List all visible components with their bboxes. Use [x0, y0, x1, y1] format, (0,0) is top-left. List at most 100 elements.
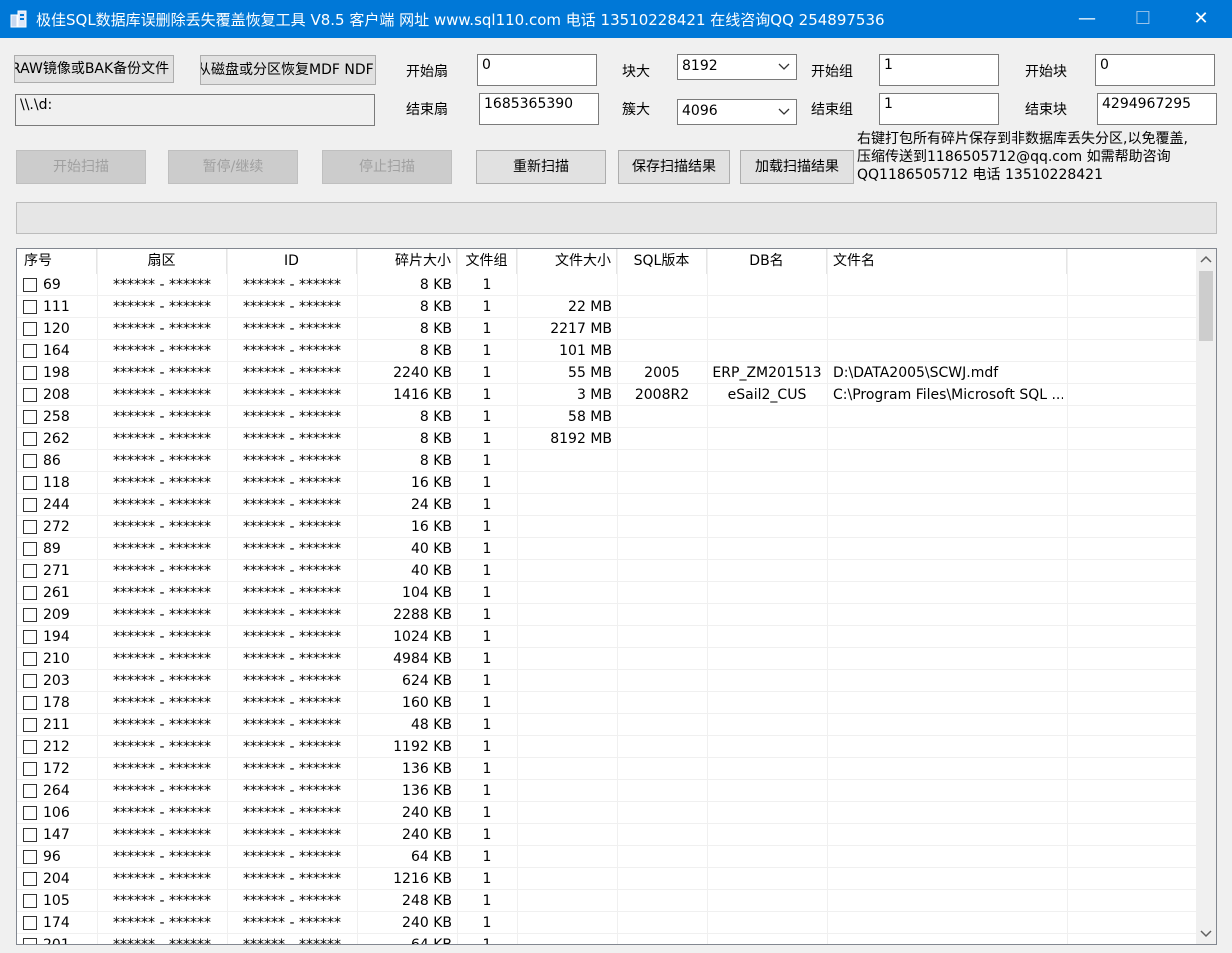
stop-scan-button[interactable]: 停止扫描 — [322, 150, 452, 184]
row-checkbox[interactable] — [23, 806, 37, 820]
table-row[interactable]: 262 ****** - ****** ****** - ****** 8 KB 1 81… — [17, 428, 1197, 450]
table-row[interactable]: 172 ****** - ****** ****** - ****** 136 KB 1 — [17, 758, 1197, 780]
scroll-up-icon[interactable] — [1196, 249, 1216, 269]
row-checkbox[interactable] — [23, 322, 37, 336]
table-row[interactable]: 209 ****** - ****** ****** - ****** 2288 KB… — [17, 604, 1197, 626]
table-row[interactable]: 105 ****** - ****** ****** - ****** 248 KB 1 — [17, 890, 1197, 912]
row-checkbox[interactable] — [23, 564, 37, 578]
rescan-button[interactable]: 重新扫描 — [476, 150, 606, 184]
cluster-size-select[interactable]: 4096 — [677, 99, 797, 125]
row-checkbox[interactable] — [23, 938, 37, 944]
start-block-input[interactable]: 0 — [1095, 54, 1215, 86]
header-seq[interactable]: 序号 — [17, 249, 97, 274]
table-row[interactable]: 106 ****** - ****** ****** - ****** 240 KB 1 — [17, 802, 1197, 824]
row-checkbox[interactable] — [23, 476, 37, 490]
end-block-input[interactable]: 4294967295 — [1097, 93, 1217, 125]
row-checkbox[interactable] — [23, 278, 37, 292]
row-checkbox[interactable] — [23, 520, 37, 534]
header-file-name[interactable]: 文件名 — [827, 249, 1067, 274]
table-row[interactable]: 198 ****** - ****** ****** - ****** 2240 KB… — [17, 362, 1197, 384]
maximize-button[interactable]: ☐ — [1114, 0, 1172, 38]
row-checkbox[interactable] — [23, 630, 37, 644]
end-sector-input[interactable]: 1685365390 — [479, 93, 599, 125]
row-checkbox[interactable] — [23, 916, 37, 930]
cell-file-name — [833, 318, 1063, 340]
start-scan-button[interactable]: 开始扫描 — [16, 150, 146, 184]
table-row[interactable]: 89 ****** - ****** ****** - ****** 40 KB 1 — [17, 538, 1197, 560]
table-row[interactable]: 178 ****** - ****** ****** - ****** 160 KB 1 — [17, 692, 1197, 714]
table-row[interactable]: 118 ****** - ****** ****** - ****** 16 KB 1 — [17, 472, 1197, 494]
row-checkbox[interactable] — [23, 652, 37, 666]
row-checkbox[interactable] — [23, 586, 37, 600]
table-row[interactable]: 164 ****** - ****** ****** - ****** 8 KB 1 10… — [17, 340, 1197, 362]
row-checkbox[interactable] — [23, 366, 37, 380]
start-sector-input[interactable]: 0 — [477, 54, 597, 86]
fragment-list[interactable]: 序号 扇区 ID 碎片大小 文件组 文件大小 SQL版本 DB名 文件名 69 *… — [16, 248, 1217, 945]
row-checkbox[interactable] — [23, 344, 37, 358]
table-row[interactable]: 120 ****** - ****** ****** - ****** 8 KB 1 22… — [17, 318, 1197, 340]
row-checkbox[interactable] — [23, 542, 37, 556]
table-row[interactable]: 212 ****** - ****** ****** - ****** 1192 KB… — [17, 736, 1197, 758]
row-checkbox[interactable] — [23, 388, 37, 402]
header-sql-version[interactable]: SQL版本 — [617, 249, 707, 274]
save-result-button[interactable]: 保存扫描结果 — [618, 150, 730, 184]
header-id[interactable]: ID — [227, 249, 357, 274]
cell-fragment-size: 8 KB — [419, 343, 452, 359]
start-group-input[interactable]: 1 — [879, 54, 999, 86]
table-row[interactable]: 244 ****** - ****** ****** - ****** 24 KB 1 — [17, 494, 1197, 516]
row-checkbox[interactable] — [23, 608, 37, 622]
table-row[interactable]: 147 ****** - ****** ****** - ****** 240 KB 1 — [17, 824, 1197, 846]
row-checkbox[interactable] — [23, 300, 37, 314]
header-fragment-size[interactable]: 碎片大小 — [357, 249, 457, 274]
pause-resume-button[interactable]: 暂停/继续 — [168, 150, 298, 184]
header-db-name[interactable]: DB名 — [707, 249, 827, 274]
scrollbar-thumb[interactable] — [1199, 271, 1213, 341]
row-checkbox[interactable] — [23, 432, 37, 446]
row-checkbox[interactable] — [23, 674, 37, 688]
table-row[interactable]: 69 ****** - ****** ****** - ****** 8 KB 1 — [17, 274, 1197, 296]
table-row[interactable]: 194 ****** - ****** ****** - ****** 1024 KB… — [17, 626, 1197, 648]
row-checkbox[interactable] — [23, 872, 37, 886]
table-row[interactable]: 211 ****** - ****** ****** - ****** 48 KB 1 — [17, 714, 1197, 736]
row-checkbox[interactable] — [23, 828, 37, 842]
table-row[interactable]: 261 ****** - ****** ****** - ****** 104 KB 1 — [17, 582, 1197, 604]
row-checkbox[interactable] — [23, 410, 37, 424]
row-checkbox[interactable] — [23, 454, 37, 468]
row-checkbox[interactable] — [23, 498, 37, 512]
table-row[interactable]: 201 ****** - ****** ****** - ****** 64 KB 1 — [17, 934, 1197, 944]
path-field[interactable]: \\.\d: — [15, 94, 375, 126]
header-sector[interactable]: 扇区 — [97, 249, 227, 274]
row-checkbox[interactable] — [23, 740, 37, 754]
table-row[interactable]: 174 ****** - ****** ****** - ****** 240 KB 1 — [17, 912, 1197, 934]
block-size-select[interactable]: 8192 — [677, 54, 797, 80]
table-row[interactable]: 111 ****** - ****** ****** - ****** 8 KB 1 22… — [17, 296, 1197, 318]
open-image-button[interactable]: RAW镜像或BAK备份文件 — [14, 55, 174, 83]
table-row[interactable]: 208 ****** - ****** ****** - ****** 1416 KB… — [17, 384, 1197, 406]
table-row[interactable]: 264 ****** - ****** ****** - ****** 136 KB 1 — [17, 780, 1197, 802]
row-checkbox[interactable] — [23, 696, 37, 710]
close-button[interactable]: ✕ — [1172, 0, 1230, 38]
row-checkbox[interactable] — [23, 762, 37, 776]
table-row[interactable]: 96 ****** - ****** ****** - ****** 64 KB 1 — [17, 846, 1197, 868]
table-row[interactable]: 86 ****** - ****** ****** - ****** 8 KB 1 — [17, 450, 1197, 472]
table-row[interactable]: 258 ****** - ****** ****** - ****** 8 KB 1 58… — [17, 406, 1197, 428]
load-result-button[interactable]: 加载扫描结果 — [740, 150, 854, 184]
table-row[interactable]: 210 ****** - ****** ****** - ****** 4984 KB… — [17, 648, 1197, 670]
end-group-input[interactable]: 1 — [879, 93, 999, 125]
minimize-button[interactable]: — — [1058, 0, 1116, 38]
recover-disk-button[interactable]: 从磁盘或分区恢复MDF NDF — [200, 55, 376, 85]
row-checkbox[interactable] — [23, 718, 37, 732]
vertical-scrollbar[interactable] — [1196, 249, 1216, 944]
table-row[interactable]: 203 ****** - ****** ****** - ****** 624 KB 1 — [17, 670, 1197, 692]
row-checkbox[interactable] — [23, 894, 37, 908]
table-row[interactable]: 271 ****** - ****** ****** - ****** 40 KB 1 — [17, 560, 1197, 582]
header-file-size[interactable]: 文件大小 — [517, 249, 617, 274]
table-row[interactable]: 204 ****** - ****** ****** - ****** 1216 KB… — [17, 868, 1197, 890]
cell-file-name — [833, 736, 1063, 758]
row-checkbox[interactable] — [23, 784, 37, 798]
row-checkbox[interactable] — [23, 850, 37, 864]
scroll-down-icon[interactable] — [1196, 924, 1216, 944]
table-row[interactable]: 272 ****** - ****** ****** - ****** 16 KB 1 — [17, 516, 1197, 538]
header-filegroup[interactable]: 文件组 — [457, 249, 517, 274]
cell-fragment-size: 48 KB — [410, 717, 452, 733]
